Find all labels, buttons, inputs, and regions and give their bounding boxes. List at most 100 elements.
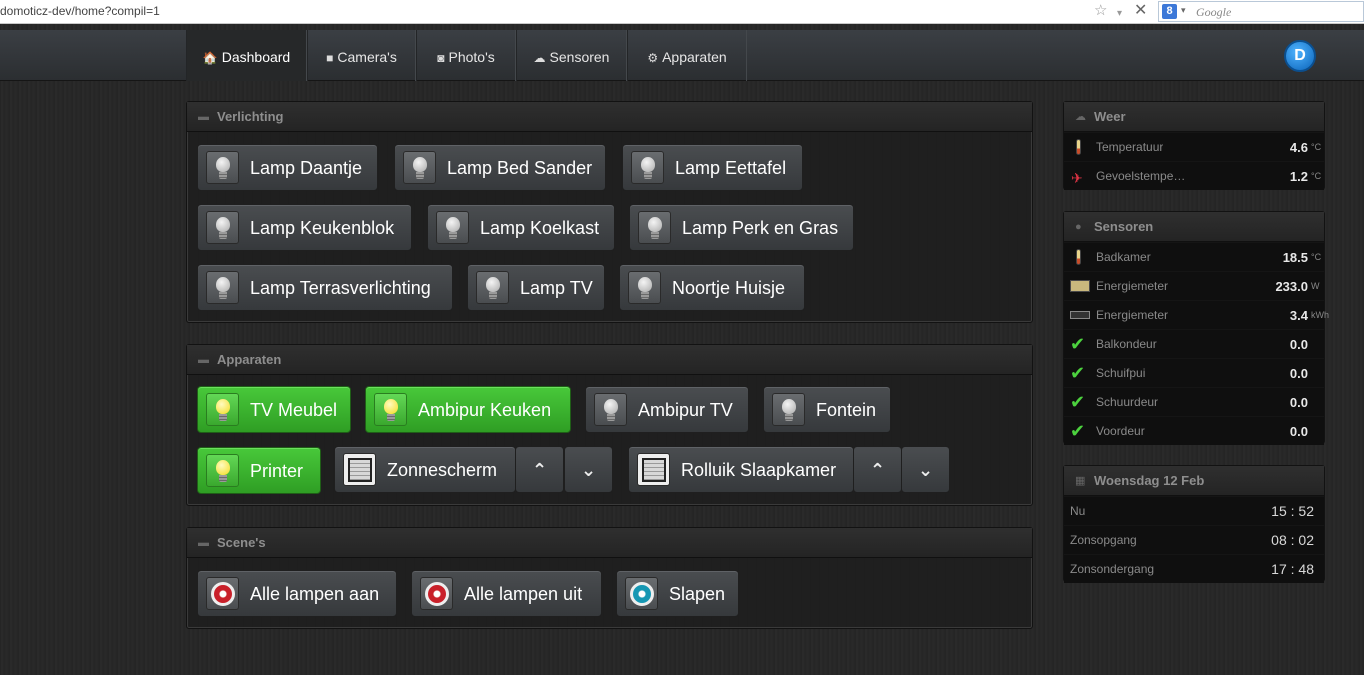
scene-button[interactable]: Alle lampen aan	[197, 570, 397, 617]
domoticz-logo[interactable]: D	[1284, 40, 1316, 72]
device-label: Ambipur TV	[638, 400, 733, 420]
panel-apparaten: ▬ Apparaten TV Meubel Ambipur Keuken Amb…	[186, 344, 1033, 506]
nav-label: Camera's	[337, 49, 397, 65]
blind-button[interactable]: Zonnescherm	[334, 446, 516, 493]
folder-icon: ▬	[198, 537, 209, 549]
nav-sensoren[interactable]: ☁ Sensoren	[516, 30, 627, 81]
sensor-row[interactable]: Badkamer 18.5 °C	[1064, 242, 1324, 271]
widget-title: Weer	[1094, 109, 1126, 124]
sensor-row[interactable]: ✔ Balkondeur 0.0	[1064, 329, 1324, 358]
device-label: TV Meubel	[250, 400, 338, 420]
device-button[interactable]: Fontein	[763, 386, 891, 433]
device-label: Zonnescherm	[387, 460, 498, 480]
thermometer-icon	[1076, 249, 1081, 265]
widget-header: ● Sensoren	[1064, 212, 1324, 242]
sensor-value: 0.0	[1289, 337, 1308, 352]
device-button[interactable]: Lamp Keukenblok	[197, 204, 412, 251]
scene-on-icon	[206, 577, 239, 610]
energy-meter-icon	[1070, 280, 1090, 292]
sensor-row[interactable]: Energiemeter 233.0 W	[1064, 271, 1324, 300]
device-button[interactable]: Ambipur TV	[585, 386, 749, 433]
light-bulb-icon	[206, 211, 239, 244]
check-icon: ✔	[1070, 421, 1086, 441]
device-label: Lamp Eettafel	[675, 158, 787, 178]
panel-verlichting: ▬ Verlichting Lamp Daantje Lamp Bed Sand…	[186, 101, 1033, 323]
sensor-row[interactable]: Temperatuur 4.6 °C	[1064, 132, 1324, 161]
check-icon: ✔	[1070, 363, 1086, 383]
nav-dashboard[interactable]: 🏠 Dashboard	[186, 30, 307, 81]
scene-label: Alle lampen aan	[250, 584, 380, 604]
nav-label: Photo's	[448, 49, 495, 65]
sensor-value: 1.2	[1289, 169, 1308, 184]
scene-sleep-icon	[625, 577, 658, 610]
nav-photos[interactable]: ◙ Photo's	[416, 30, 516, 81]
widget-header: ▦ Woensdag 12 Feb	[1064, 466, 1324, 496]
folder-icon: ▬	[198, 354, 209, 366]
light-bulb-icon	[772, 393, 805, 426]
light-bulb-icon	[638, 211, 671, 244]
widget-title: Sensoren	[1094, 219, 1154, 234]
address-bar[interactable]: domoticz-dev/home?compil=1	[0, 4, 160, 18]
device-button[interactable]: Lamp Perk en Gras	[629, 204, 854, 251]
device-label: Lamp Perk en Gras	[682, 218, 839, 238]
sensor-label: Schuifpui	[1096, 366, 1146, 380]
window-blind-icon	[637, 453, 670, 486]
sensor-unit: °C	[1311, 171, 1322, 181]
light-bulb-icon	[594, 393, 627, 426]
nav-label: Dashboard	[221, 49, 291, 65]
sensor-row[interactable]: ✔ Schuurdeur 0.0	[1064, 387, 1324, 416]
device-button[interactable]: Printer	[197, 447, 321, 494]
device-button[interactable]: Lamp Bed Sander	[394, 144, 606, 191]
scene-button[interactable]: Slapen	[616, 570, 739, 617]
search-box[interactable]: 8 ▾ Google	[1158, 1, 1364, 22]
nav-label: Sensoren	[549, 49, 610, 65]
widget-title: Woensdag 12 Feb	[1094, 473, 1205, 488]
sensor-label: Balkondeur	[1096, 337, 1157, 351]
photo-camera-icon: ◙	[437, 51, 445, 65]
blind-down-button[interactable]: ⌄	[901, 446, 950, 493]
sensor-row[interactable]: ✈ Gevoelstemperatuur 1.2 °C	[1064, 161, 1324, 190]
widget-header: ☁ Weer	[1064, 102, 1324, 132]
device-button[interactable]: Noortje Huisje	[619, 264, 805, 311]
scene-label: Alle lampen uit	[464, 584, 583, 604]
time-label: Zonsopgang	[1070, 533, 1137, 547]
device-button[interactable]: TV Meubel	[197, 386, 351, 433]
scene-button[interactable]: Alle lampen uit	[411, 570, 602, 617]
sensor-row[interactable]: Energiemeter 3.4 kWh	[1064, 300, 1329, 329]
blind-up-button[interactable]: ⌃	[853, 446, 902, 493]
device-label: Ambipur Keuken	[418, 400, 552, 420]
blind-up-button[interactable]: ⌃	[515, 446, 564, 493]
device-button[interactable]: Lamp Koelkast	[427, 204, 615, 251]
light-bulb-icon	[206, 271, 239, 304]
nav-cameras[interactable]: ■ Camera's	[307, 30, 416, 81]
device-button[interactable]: Lamp Daantje	[197, 144, 378, 191]
sensor-row[interactable]: ✔ Schuifpui 0.0	[1064, 358, 1324, 387]
time-label: Nu	[1070, 504, 1086, 518]
bookmark-star-icon[interactable]: ☆	[1094, 2, 1107, 20]
panel-title: Scene's	[217, 535, 266, 550]
device-button[interactable]: Lamp Terrasverlichting	[197, 264, 453, 311]
device-button[interactable]: Lamp TV	[467, 264, 605, 311]
blind-button[interactable]: Rolluik Slaapkamer	[628, 446, 854, 493]
sensor-label: Gevoelstemperatuur	[1096, 169, 1188, 183]
nav-apparaten[interactable]: ⚙ Apparaten	[627, 30, 747, 81]
device-button[interactable]: Ambipur Keuken	[365, 386, 571, 433]
panel-title: Verlichting	[217, 109, 284, 124]
device-label: Noortje Huisje	[672, 278, 786, 298]
stop-loading-icon[interactable]: ✕	[1134, 2, 1147, 20]
device-button[interactable]: Lamp Eettafel	[622, 144, 803, 191]
sensor-unit: °C	[1311, 142, 1322, 152]
blind-down-button[interactable]: ⌄	[564, 446, 613, 493]
history-dropdown-icon[interactable]: ▾	[1117, 5, 1122, 23]
check-icon: ✔	[1070, 392, 1086, 412]
device-label: Fontein	[816, 400, 877, 420]
google-search-icon[interactable]: 8	[1162, 4, 1177, 19]
sensor-row[interactable]: ✔ Voordeur 0.0	[1064, 416, 1324, 445]
time-label: Zonsondergang	[1070, 562, 1155, 576]
time-row: Zonsopgang 08 : 02	[1064, 525, 1324, 554]
device-label: Lamp Terrasverlichting	[250, 278, 431, 298]
panel-title: Apparaten	[217, 352, 282, 367]
time-value: 17 : 48	[1271, 561, 1314, 577]
panel-header: ▬ Scene's	[187, 528, 1032, 558]
search-engine-dropdown-icon[interactable]: ▾	[1181, 5, 1186, 16]
